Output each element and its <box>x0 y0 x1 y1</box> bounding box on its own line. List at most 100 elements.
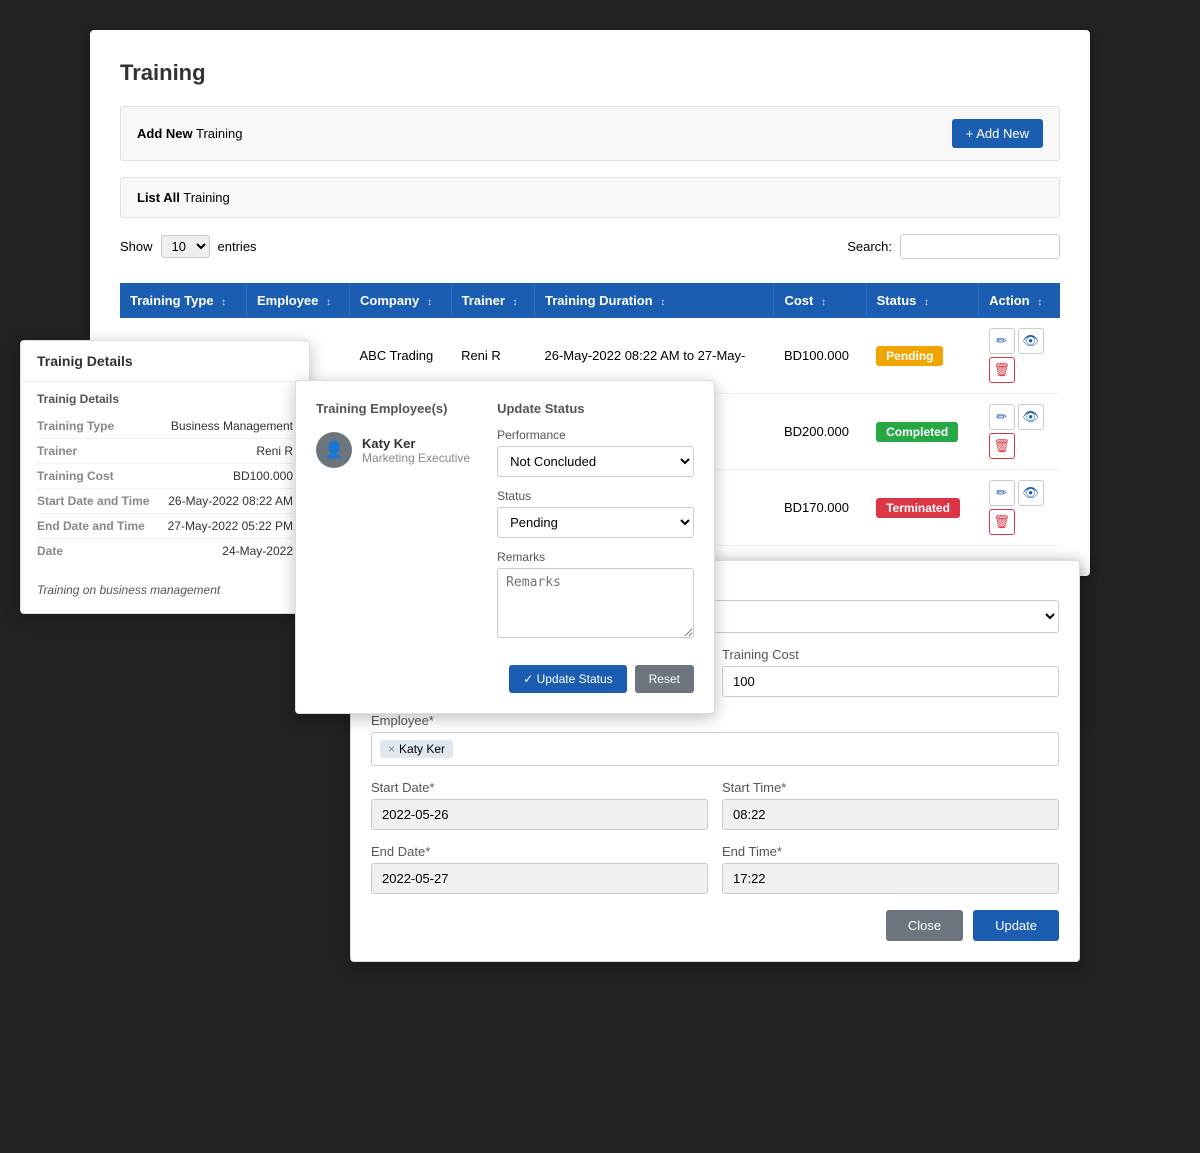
col-duration[interactable]: Training Duration ↕ <box>534 283 773 318</box>
update-status-button[interactable]: ✓ Update Status <box>509 665 626 693</box>
employee-row: Employee* × Katy Ker <box>371 713 1059 766</box>
delete-button[interactable]: 🗑 <box>989 509 1015 535</box>
action-buttons: ✏ 👁 🗑 <box>989 328 1050 383</box>
cell-action: ✏ 👁 🗑 <box>979 470 1060 546</box>
entries-select[interactable]: 10 25 50 <box>161 235 210 258</box>
col-action[interactable]: Action ↕ <box>979 283 1060 318</box>
delete-button[interactable]: 🗑 <box>989 357 1015 383</box>
update-btns: ✓ Update Status Reset <box>316 665 694 693</box>
detail-row: Trainer Reni R <box>37 439 293 464</box>
detail-value: Business Management <box>171 419 293 433</box>
action-row-bottom: 🗑 <box>989 509 1050 535</box>
end-date-label: End Date* <box>371 844 708 859</box>
detail-label: Training Cost <box>37 469 114 483</box>
detail-value: Reni R <box>256 444 293 458</box>
col-cost[interactable]: Cost ↕ <box>774 283 866 318</box>
detail-value: BD100.000 <box>233 469 293 483</box>
status-badge: Terminated <box>876 498 960 518</box>
update-button[interactable]: Update <box>973 910 1059 941</box>
end-dates-row: End Date* 2022-05-27 End Time* 17:22 <box>371 844 1059 894</box>
tag-remove-icon[interactable]: × <box>388 742 395 756</box>
training-details-modal-title: Trainig Details <box>21 341 309 382</box>
end-time-input[interactable]: 17:22 <box>722 863 1059 894</box>
training-description-text: Training on business management <box>21 573 309 613</box>
detail-label: Trainer <box>37 444 77 458</box>
cell-cost: BD200.000 <box>774 394 866 470</box>
cell-cost: BD100.000 <box>774 318 866 394</box>
show-label: Show <box>120 239 153 254</box>
edit-button[interactable]: ✏ <box>989 328 1015 354</box>
training-cost-label: Training Cost <box>722 647 1059 662</box>
table-controls: Show 10 25 50 entries Search: <box>120 234 1060 271</box>
employee-avatar: 👤 <box>316 432 352 468</box>
status-select[interactable]: Pending Completed Terminated <box>497 507 694 538</box>
sort-icon-company: ↕ <box>427 297 432 308</box>
reset-button[interactable]: Reset <box>635 665 694 693</box>
view-button[interactable]: 👁 <box>1018 480 1044 506</box>
view-button[interactable]: 👁 <box>1018 404 1044 430</box>
start-date-label: Start Date* <box>371 780 708 795</box>
detail-row: Start Date and Time 26-May-2022 08:22 AM <box>37 489 293 514</box>
sort-icon-employee: ↕ <box>326 297 331 308</box>
search-label: Search: <box>847 239 892 254</box>
action-row-bottom: 🗑 <box>989 433 1050 459</box>
detail-row: Training Type Business Management <box>37 414 293 439</box>
end-date-group: End Date* 2022-05-27 <box>371 844 708 894</box>
update-status-modal: Training Employee(s) 👤 Katy Ker Marketin… <box>295 380 715 714</box>
action-row-top: ✏ 👁 <box>989 328 1050 354</box>
edit-button[interactable]: ✏ <box>989 480 1015 506</box>
employee-role: Marketing Executive <box>362 451 470 465</box>
cell-cost: BD170.000 <box>774 470 866 546</box>
action-row-top: ✏ 👁 <box>989 480 1050 506</box>
performance-select[interactable]: Not Concluded Concluded <box>497 446 694 477</box>
start-time-label: Start Time* <box>722 780 1059 795</box>
detail-value: 27-May-2022 05:22 PM <box>168 519 293 533</box>
add-new-button[interactable]: + Add New <box>952 119 1043 148</box>
training-details-modal: Trainig Details Trainig Details Training… <box>20 340 310 614</box>
start-date-input[interactable]: 2022-05-26 <box>371 799 708 830</box>
detail-label: Training Type <box>37 419 114 433</box>
col-employee[interactable]: Employee ↕ <box>246 283 349 318</box>
training-cost-input[interactable]: 100 <box>722 666 1059 697</box>
training-cost-row: Training Cost 100 <box>722 647 1059 699</box>
delete-button[interactable]: 🗑 <box>989 433 1015 459</box>
employee-tag: × Katy Ker <box>380 740 453 758</box>
update-status-section: Update Status Performance Not Concluded … <box>497 401 694 653</box>
show-entries-control: Show 10 25 50 entries <box>120 235 257 258</box>
sort-icon-duration: ↕ <box>660 297 665 308</box>
edit-button[interactable]: ✏ <box>989 404 1015 430</box>
sort-icon-trainer: ↕ <box>513 297 518 308</box>
detail-value: 24-May-2022 <box>222 544 293 558</box>
employee-tag-label: Katy Ker <box>399 742 445 756</box>
detail-label: Date <box>37 544 63 558</box>
col-company[interactable]: Company ↕ <box>349 283 451 318</box>
close-button[interactable]: Close <box>886 910 963 941</box>
end-time-group: End Time* 17:22 <box>722 844 1059 894</box>
form-bottom-btns: Close Update <box>371 910 1059 941</box>
employee-name: Katy Ker <box>362 436 470 451</box>
end-time-label: End Time* <box>722 844 1059 859</box>
status-group: Status Pending Completed Terminated <box>497 489 694 538</box>
view-button[interactable]: 👁 <box>1018 328 1044 354</box>
start-time-input[interactable]: 08:22 <box>722 799 1059 830</box>
cell-status: Pending <box>866 318 979 394</box>
search-input[interactable] <box>900 234 1060 259</box>
end-date-input[interactable]: 2022-05-27 <box>371 863 708 894</box>
col-status[interactable]: Status ↕ <box>866 283 979 318</box>
status-badge: Completed <box>876 422 958 442</box>
detail-row: Date 24-May-2022 <box>37 539 293 563</box>
employee-tag-input[interactable]: × Katy Ker <box>371 732 1059 766</box>
col-training-type[interactable]: Training Type ↕ <box>120 283 246 318</box>
remarks-textarea[interactable] <box>497 568 694 638</box>
employee-section: Training Employee(s) 👤 Katy Ker Marketin… <box>316 401 477 653</box>
status-badge: Pending <box>876 346 943 366</box>
col-trainer[interactable]: Trainer ↕ <box>451 283 534 318</box>
performance-label: Performance <box>497 428 694 442</box>
details-section-title: Trainig Details <box>37 392 293 406</box>
detail-label: Start Date and Time <box>37 494 149 508</box>
sort-icon-cost: ↕ <box>821 297 826 308</box>
cell-status: Completed <box>866 394 979 470</box>
sort-icon-training-type: ↕ <box>221 297 226 308</box>
performance-group: Performance Not Concluded Concluded <box>497 428 694 477</box>
action-buttons: ✏ 👁 🗑 <box>989 480 1050 535</box>
